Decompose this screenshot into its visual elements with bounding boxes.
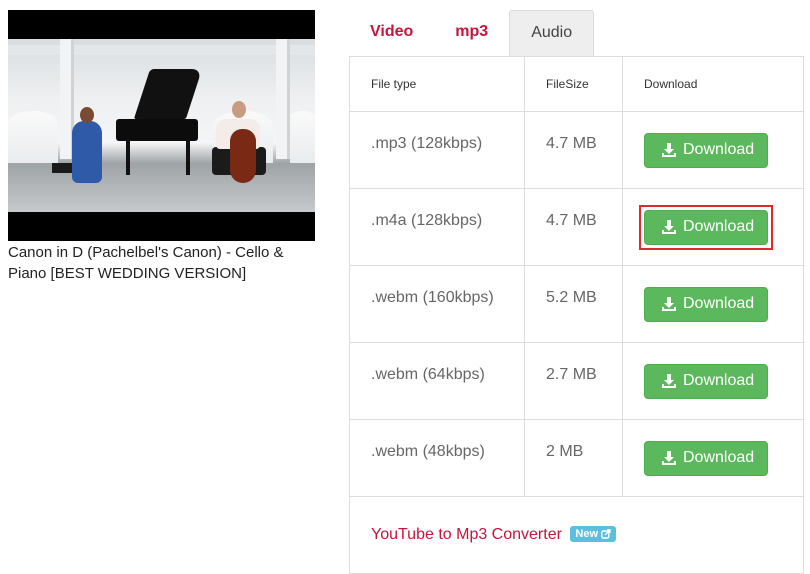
download-table: File type FileSize Download .mp3 (128kbp… (349, 56, 804, 574)
download-button-label: Download (683, 449, 755, 466)
tab-audio[interactable]: Audio (509, 10, 595, 57)
mp3-converter-link[interactable]: YouTube to Mp3 Converter (371, 526, 562, 543)
file-type: .mp3 (128kbps) (371, 135, 483, 152)
download-icon (662, 374, 676, 388)
video-thumbnail[interactable] (8, 10, 315, 241)
download-icon (662, 297, 676, 311)
tab-mp3[interactable]: mp3 (434, 10, 509, 57)
video-title: Canon in D (Pachelbel's Canon) - Cello &… (8, 244, 284, 282)
file-size: 4.7 MB (546, 212, 597, 229)
header-file-size: FileSize (524, 56, 623, 112)
download-button-label: Download (683, 218, 755, 235)
file-size: 2.7 MB (546, 366, 597, 383)
highlight-box: Download (638, 204, 774, 250)
table-row: .webm (160kbps) 5.2 MB Download (349, 265, 804, 343)
header-file-type: File type (349, 56, 525, 112)
file-size: 4.7 MB (546, 135, 597, 152)
download-button[interactable]: Download (644, 209, 769, 245)
download-button[interactable]: Download (644, 286, 769, 322)
file-size: 2 MB (546, 443, 584, 460)
file-type: .webm (48kbps) (371, 443, 485, 460)
new-badge: New (570, 526, 617, 542)
download-icon (662, 220, 676, 234)
table-row: .webm (48kbps) 2 MB Download (349, 419, 804, 497)
table-row: .webm (64kbps) 2.7 MB Download (349, 342, 804, 420)
download-button[interactable]: Download (644, 132, 769, 168)
external-link-icon (601, 529, 611, 539)
table-row: .mp3 (128kbps) 4.7 MB Download (349, 111, 804, 189)
format-tabs: Video mp3 Audio (349, 10, 595, 57)
download-button[interactable]: Download (644, 440, 769, 476)
file-type: .webm (160kbps) (371, 289, 494, 306)
tab-video[interactable]: Video (349, 10, 434, 57)
header-download: Download (622, 56, 804, 112)
table-row: .m4a (128kbps) 4.7 MB Download (349, 188, 804, 266)
thumbnail-scene (8, 39, 315, 212)
download-icon (662, 143, 676, 157)
download-button-label: Download (683, 372, 755, 389)
file-size: 5.2 MB (546, 289, 597, 306)
file-type: .m4a (128kbps) (371, 212, 483, 229)
download-icon (662, 451, 676, 465)
table-footer-row: YouTube to Mp3 Converter New (349, 496, 804, 574)
new-badge-label: New (575, 528, 599, 540)
download-button-label: Download (683, 141, 755, 158)
file-type: .webm (64kbps) (371, 366, 485, 383)
download-button[interactable]: Download (644, 363, 769, 399)
download-button-label: Download (683, 295, 755, 312)
table-header-row: File type FileSize Download (349, 56, 804, 112)
